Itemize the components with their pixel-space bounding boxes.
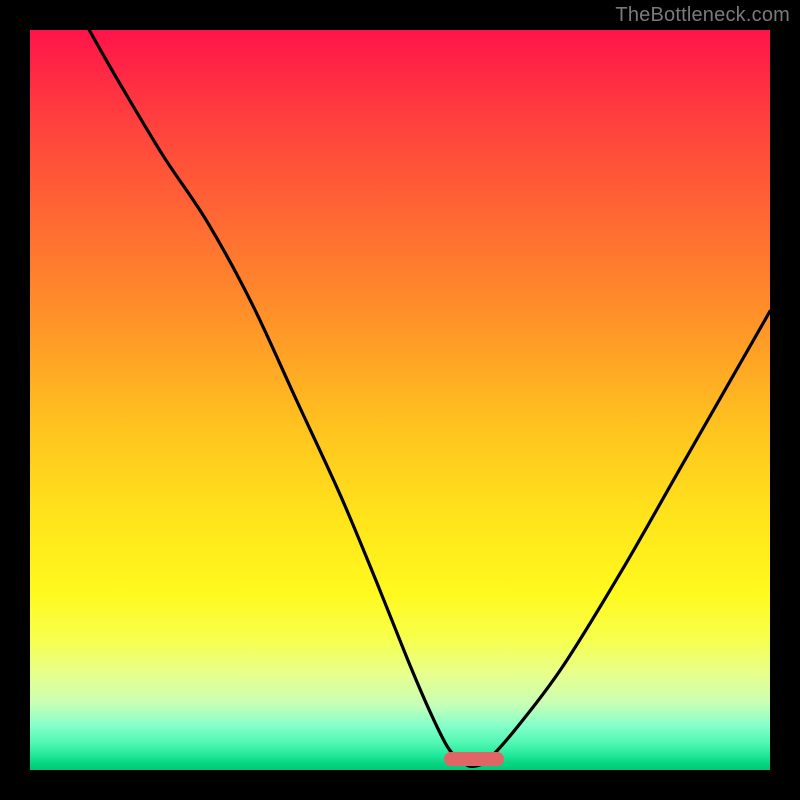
optimum-marker — [444, 752, 503, 766]
plot-area — [30, 30, 770, 770]
chart-frame: TheBottleneck.com — [0, 0, 800, 800]
bottleneck-curve — [30, 30, 770, 770]
watermark-text: TheBottleneck.com — [615, 4, 790, 27]
